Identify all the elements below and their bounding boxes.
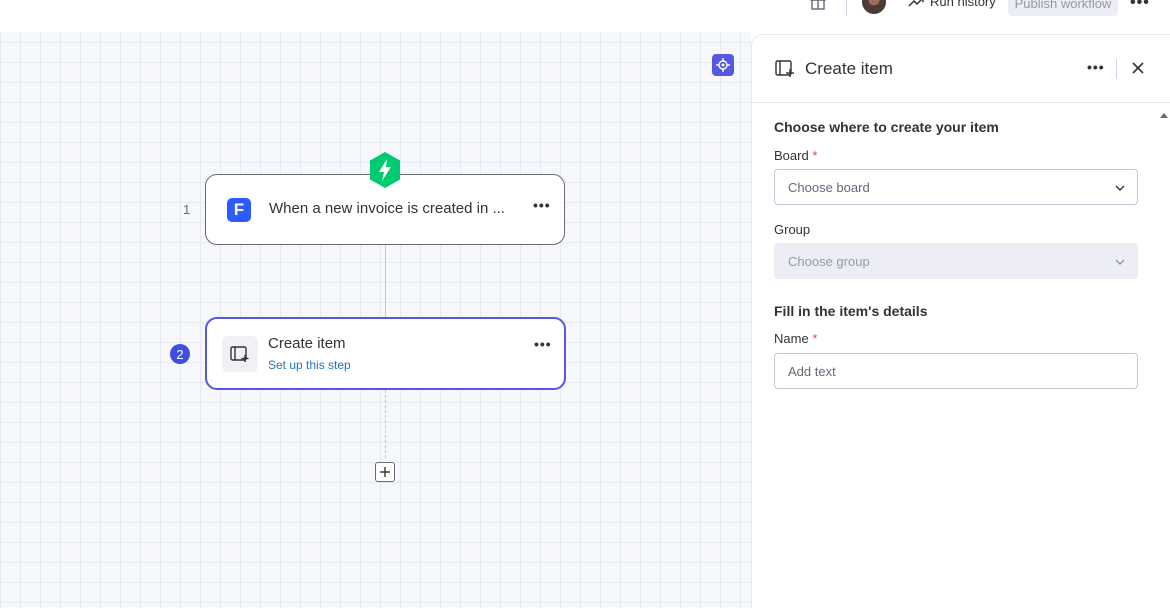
header-divider (1116, 59, 1117, 79)
publish-workflow-button[interactable]: Publish workflow (1008, 0, 1118, 16)
group-select: Choose group (774, 243, 1138, 279)
lightning-icon (370, 152, 400, 188)
board-label: Board * (774, 148, 818, 163)
step-number: 1 (183, 202, 191, 217)
name-label: Name * (774, 331, 818, 346)
plus-icon[interactable] (375, 462, 395, 482)
step-config-panel: Create item ••• Choose where to create y… (751, 34, 1170, 608)
app-logo-icon: F (227, 198, 251, 222)
trigger-title: When a new invoice is created in ... (269, 200, 505, 217)
action-title: Create item (268, 335, 346, 352)
group-label: Group (774, 222, 811, 237)
gift-icon[interactable] (808, 0, 828, 12)
run-history-label: Run history (930, 0, 996, 9)
section-title: Choose where to create your item (774, 119, 999, 135)
connector-line (385, 245, 386, 317)
create-item-icon (222, 336, 258, 372)
dashed-connector (385, 390, 386, 458)
panel-header: Create item ••• (752, 35, 1170, 103)
more-horizontal-icon[interactable]: ••• (1130, 0, 1150, 12)
group-placeholder: Choose group (788, 254, 870, 269)
section-title: Fill in the item's details (774, 303, 928, 319)
required-mark: * (812, 148, 818, 163)
chevron-down-icon (1115, 185, 1125, 191)
setup-step-link[interactable]: Set up this step (268, 358, 351, 372)
required-mark: * (812, 331, 818, 346)
workflow-canvas[interactable]: 1 F When a new invoice is created in ...… (0, 32, 751, 608)
avatar[interactable] (862, 0, 886, 14)
step-number-badge: 2 (170, 344, 190, 364)
name-input[interactable] (774, 353, 1138, 389)
chevron-down-icon (1115, 259, 1125, 265)
recenter-icon[interactable] (712, 54, 734, 76)
trend-icon (908, 0, 924, 7)
top-bar: Run history Publish workflow ••• (0, 0, 1170, 32)
close-icon[interactable] (1129, 59, 1147, 77)
node-menu-icon[interactable]: ••• (533, 197, 551, 213)
toolbar-divider (846, 0, 847, 16)
node-menu-icon[interactable]: ••• (534, 336, 552, 352)
run-history-button[interactable]: Run history (908, 0, 996, 9)
panel-menu-icon[interactable]: ••• (1087, 59, 1105, 75)
panel-title: Create item (805, 59, 893, 78)
create-item-icon (775, 60, 794, 77)
action-node[interactable]: Create item Set up this step ••• (205, 317, 566, 390)
board-placeholder: Choose board (788, 180, 870, 195)
board-select[interactable]: Choose board (774, 169, 1138, 205)
scroll-up-arrow[interactable] (1160, 113, 1168, 118)
